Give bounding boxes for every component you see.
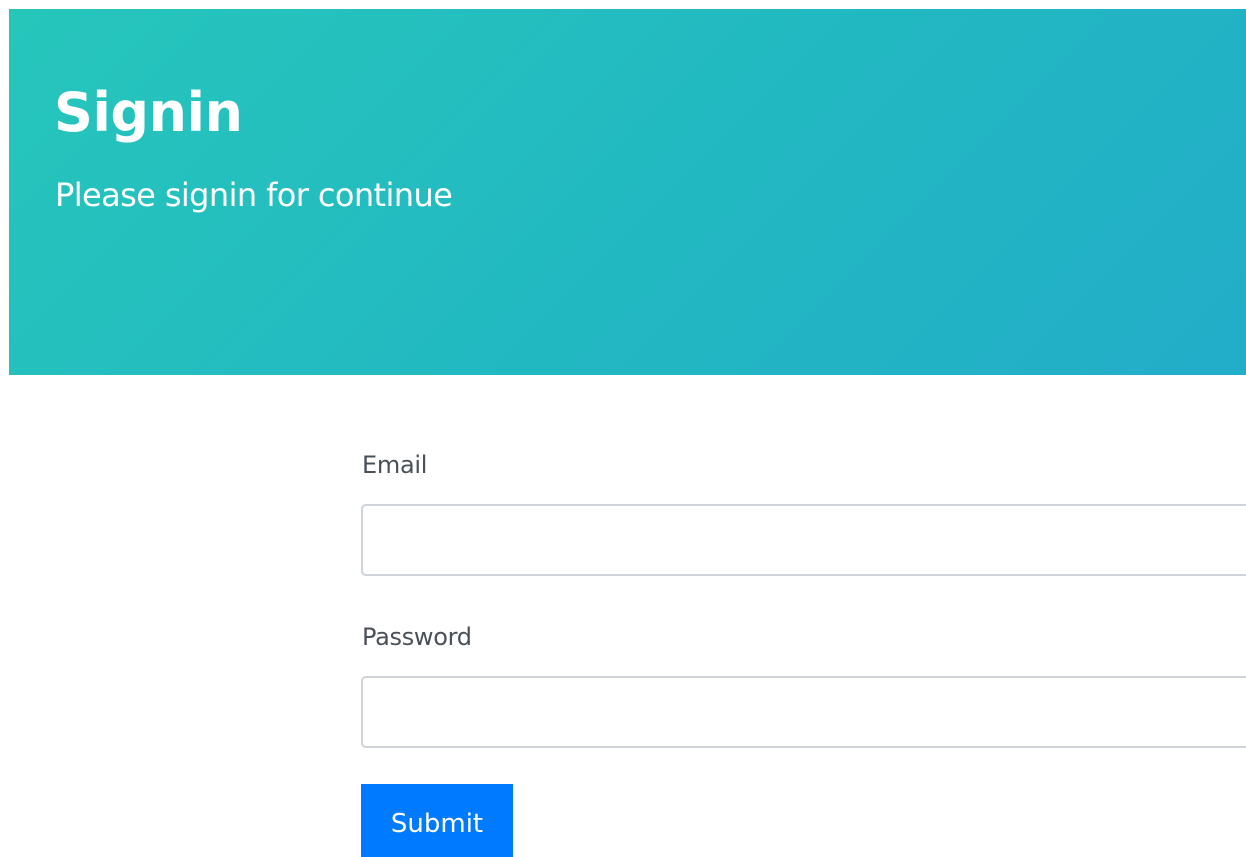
signin-page: Signin Please signin for continue Email … [0, 0, 1246, 857]
email-field[interactable] [361, 504, 1246, 576]
email-label: Email [362, 451, 428, 479]
hero-banner: Signin Please signin for continue [9, 9, 1246, 375]
page-subtitle: Please signin for continue [55, 176, 453, 214]
password-field[interactable] [361, 676, 1246, 748]
page-title: Signin [54, 81, 243, 144]
password-label: Password [362, 623, 472, 651]
submit-button[interactable]: Submit [361, 784, 513, 857]
